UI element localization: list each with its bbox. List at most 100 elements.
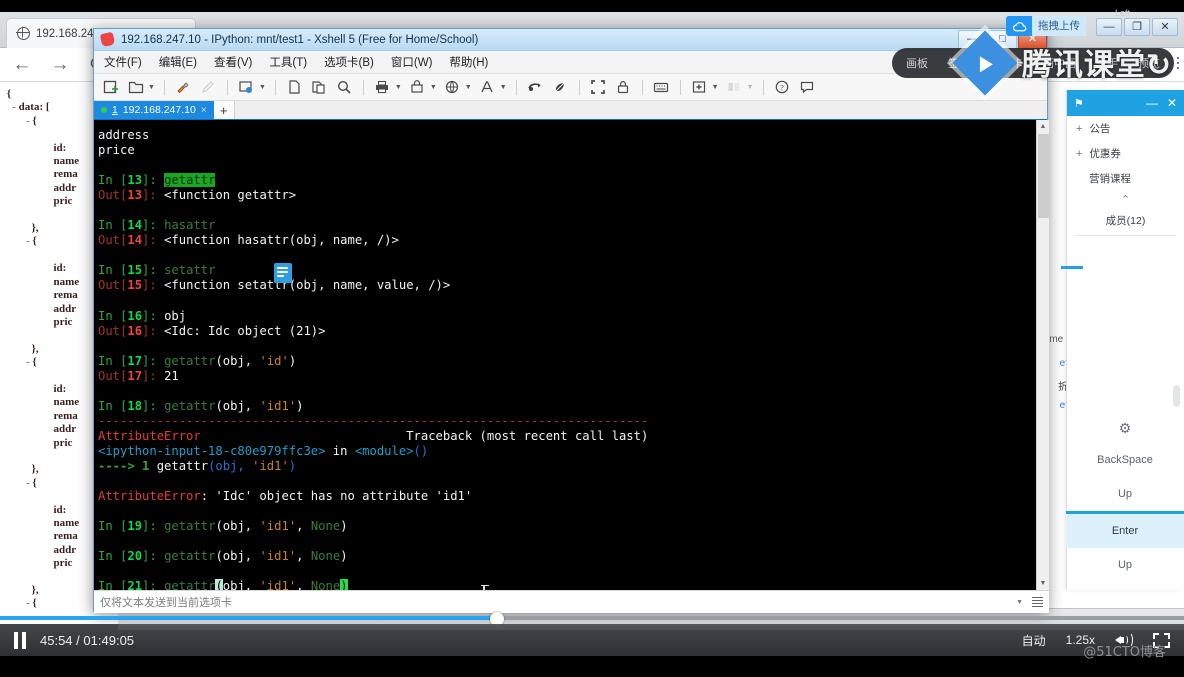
terminal-scrollbar[interactable]: ▲ ▼	[1036, 120, 1049, 590]
os-close-button[interactable]: ✕	[1152, 18, 1178, 36]
terminal-line: Out[14]: <function hasattr(obj, name, /)…	[98, 233, 1036, 248]
menu-view[interactable]: 查看(V)	[214, 54, 252, 70]
xshell-tabbar: 1 192.168.247.10 × +	[94, 101, 1047, 120]
tab-close-icon[interactable]: ×	[201, 105, 207, 116]
scroll-down-icon[interactable]: ▼	[1037, 577, 1049, 590]
new-session-icon[interactable]	[101, 78, 120, 97]
terminal-span: Traceback (most recent call last)	[200, 428, 649, 443]
panel-item-announcement[interactable]: + 公告	[1067, 116, 1184, 141]
pin-icon[interactable]: ⚑	[1074, 97, 1084, 110]
terminal-line: ----> 1 getattr(obj, 'id1')	[98, 459, 1036, 474]
current-time: 45:54	[40, 632, 73, 648]
menu-tools[interactable]: 工具(T)	[269, 54, 307, 70]
terminal-span: 20	[127, 549, 143, 564]
scrollbar-thumb[interactable]	[1038, 134, 1049, 218]
panel-item-coupon[interactable]: + 优惠券	[1067, 141, 1184, 166]
terminal-span: (obj,	[208, 459, 253, 474]
folder-dropdown-caret[interactable]: ▼	[148, 84, 155, 91]
close-icon[interactable]: ✕	[1167, 96, 1177, 110]
menu-help[interactable]: 帮助(H)	[449, 54, 488, 70]
find-icon[interactable]	[335, 78, 354, 97]
session-settings-icon[interactable]	[237, 78, 256, 97]
terminal-span: Out[	[98, 323, 128, 338]
terminal-span: ]:	[142, 188, 165, 203]
comment-icon[interactable]	[798, 78, 817, 97]
panel-item-marketing-course[interactable]: 营销课程	[1067, 166, 1184, 191]
session-caret[interactable]: ▼	[259, 84, 266, 91]
log-icon[interactable]	[408, 78, 427, 97]
menu-edit[interactable]: 编辑(E)	[159, 54, 197, 70]
toolbar-more-icon[interactable]	[1172, 52, 1184, 74]
terminal-span: getattr	[164, 579, 216, 590]
add-icon[interactable]	[690, 78, 709, 97]
keyboard-icon[interactable]	[652, 78, 671, 97]
open-folder-icon[interactable]	[126, 78, 145, 97]
drag-upload-tooltip[interactable]: 拖拽上传	[1006, 16, 1086, 36]
terminal-span: 16	[127, 323, 143, 338]
terminal-span: ]:	[142, 368, 165, 383]
pause-button[interactable]	[14, 631, 26, 649]
print-icon[interactable]	[373, 78, 392, 97]
scroll-up-icon[interactable]: ▲	[1037, 120, 1049, 133]
copy-icon[interactable]	[285, 78, 304, 97]
terminal-line: Out[15]: <function setattr(obj, name, va…	[98, 278, 1036, 293]
terminal-span: <ipython-input-18-c80e979ffc3e>	[98, 443, 326, 458]
terminal-span: price	[98, 143, 135, 158]
plus-icon: +	[1076, 147, 1083, 160]
video-progress-bar[interactable]	[0, 612, 1184, 626]
help-icon[interactable]: ?	[773, 78, 792, 97]
terminal-span: getattr	[164, 519, 216, 534]
toolbar-item-whiteboard[interactable]: 画板	[906, 55, 928, 71]
status-caret-icon[interactable]: ▼	[1016, 599, 1023, 606]
video-time-label: 45:54 / 01:49:05	[40, 633, 134, 648]
xshell-session-tab[interactable]: 1 192.168.247.10 ×	[94, 101, 214, 119]
terminal-line: Out[17]: 21	[98, 369, 1036, 384]
terminal-line: AttributeError Traceback (most recent ca…	[98, 429, 1036, 444]
terminal-span: 'id1'	[252, 459, 289, 474]
globe-icon[interactable]	[443, 78, 462, 97]
forward-icon[interactable]: →	[50, 54, 70, 75]
globe-caret[interactable]: ▼	[465, 84, 472, 91]
collapse-caret-icon[interactable]: ⌃	[1067, 191, 1184, 210]
os-minimize-button[interactable]: —	[1096, 18, 1122, 36]
lock-icon[interactable]	[614, 78, 633, 97]
minimize-icon[interactable]: —	[1146, 96, 1158, 110]
terminal-span: None	[310, 519, 341, 534]
terminal-span: Out[	[98, 278, 128, 293]
menu-window[interactable]: 窗口(W)	[391, 54, 433, 70]
new-tab-button[interactable]: +	[213, 101, 235, 119]
xshell-window: 192.168.247.10 - IPython: mnt/test1 - Xs…	[93, 28, 1049, 613]
xshell-title-text: 192.168.247.10 - IPython: mnt/test1 - Xs…	[121, 33, 479, 46]
cto-watermark: @51CTO博客	[1083, 645, 1166, 660]
font-icon[interactable]	[478, 78, 497, 97]
terminal-span: <function getattr>	[164, 188, 297, 203]
terminal-span: 17	[127, 368, 143, 383]
terminal-span: setattr	[164, 263, 216, 278]
layout-icon	[725, 78, 744, 97]
transfer-icon[interactable]	[526, 78, 545, 97]
terminal-span: ,	[296, 579, 311, 590]
menu-file[interactable]: 文件(F)	[104, 54, 142, 70]
disconnect-icon[interactable]	[174, 78, 193, 97]
status-menu-icon[interactable]	[1032, 596, 1043, 608]
terminal-span: In [	[98, 308, 128, 323]
terminal-span: 17	[127, 353, 143, 368]
terminal-area[interactable]: address price In [13]: getattr Out[13]: <f…	[94, 120, 1049, 590]
sftp-icon[interactable]	[551, 78, 570, 97]
add-caret[interactable]: ▼	[712, 84, 719, 91]
drag-handle[interactable]	[1173, 385, 1180, 407]
print-caret[interactable]: ▼	[395, 84, 402, 91]
font-caret[interactable]: ▼	[500, 84, 507, 91]
os-maximize-button[interactable]: ❐	[1124, 18, 1150, 36]
gear-icon[interactable]: ⚙	[1066, 420, 1184, 443]
terminal-span: In [	[98, 173, 128, 188]
back-icon[interactable]: ←	[12, 54, 32, 75]
quality-selector[interactable]: 自动	[1022, 632, 1046, 649]
log-caret[interactable]: ▼	[430, 84, 437, 91]
menu-tabs[interactable]: 选项卡(B)	[324, 54, 374, 70]
globe-icon	[16, 26, 30, 40]
paste-icon[interactable]	[310, 78, 329, 97]
terminal-output: address price In [13]: getattr Out[13]: <f…	[94, 120, 1036, 590]
fullscreen-icon[interactable]	[589, 78, 608, 97]
